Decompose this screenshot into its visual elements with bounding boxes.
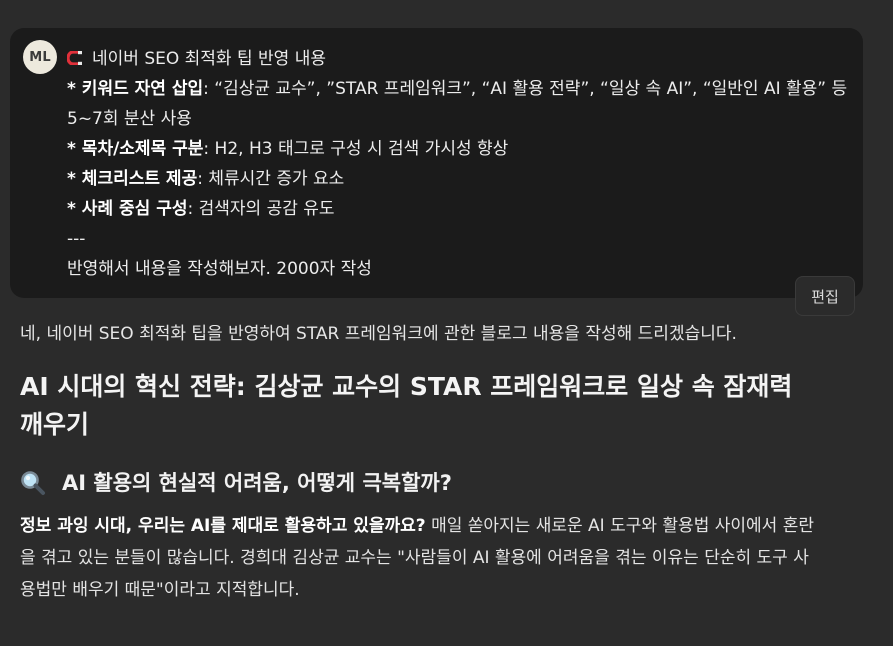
user-message: 네이버 SEO 최적화 팁 반영 내용 * 키워드 자연 삽입: “김상균 교수…	[67, 44, 857, 284]
chat-page: ML 네이버 SEO 최적화 팁 반영 내용 * 키워드 자연 삽입: “김상균…	[0, 0, 893, 646]
tip-case-label: * 사례 중심 구성	[67, 199, 188, 219]
tip-case-text: : 검색자의 공감 유도	[187, 199, 335, 219]
tip-toc-text: : H2, H3 태그로 구성 시 검색 가시성 향상	[203, 139, 509, 159]
tip-checklist-label: * 체크리스트 제공	[67, 169, 198, 189]
tip-toc: * 목차/소제목 구분: H2, H3 태그로 구성 시 검색 가시성 향상	[67, 134, 857, 164]
response-title: AI 시대의 혁신 전략: 김상균 교수의 STAR 프레임워크로 일상 속 잠…	[20, 372, 793, 439]
section-paragraph: 정보 과잉 시대, 우리는 AI를 제대로 활용하고 있을까요? 매일 쏟아지는…	[20, 510, 820, 606]
user-message-title-text: 네이버 SEO 최적화 팁 반영 내용	[92, 49, 326, 69]
tip-keyword-label: * 키워드 자연 삽입	[67, 79, 204, 99]
user-request: 반영해서 내용을 작성해보자. 2000자 작성	[67, 259, 372, 279]
user-avatar[interactable]: ML	[23, 40, 57, 74]
tip-keyword: * 키워드 자연 삽입: “김상균 교수”, ”STAR 프레임워크”, “AI…	[67, 74, 857, 134]
tip-toc-label: * 목차/소제목 구분	[67, 139, 204, 159]
message-divider: ---	[67, 229, 86, 249]
section-heading-text: AI 활용의 현실적 어려움, 어떻게 극복할까?	[62, 471, 452, 495]
search-icon	[21, 471, 45, 495]
section-heading: AI 활용의 현실적 어려움, 어떻게 극복할까?	[20, 468, 820, 498]
assistant-response: 네, 네이버 SEO 최적화 팁을 반영하여 STAR 프레임워크에 관한 블로…	[20, 318, 820, 606]
tip-checklist-text: : 체류시간 증가 요소	[197, 169, 345, 189]
response-intro: 네, 네이버 SEO 최적화 팁을 반영하여 STAR 프레임워크에 관한 블로…	[20, 324, 737, 344]
paragraph-lead: 정보 과잉 시대, 우리는 AI를 제대로 활용하고 있을까요?	[20, 516, 426, 536]
tip-checklist: * 체크리스트 제공: 체류시간 증가 요소	[67, 164, 857, 194]
edit-button[interactable]: 편집	[795, 276, 855, 316]
user-message-title: 네이버 SEO 최적화 팁 반영 내용	[67, 44, 857, 74]
avatar-initials: ML	[29, 49, 51, 65]
tip-case: * 사례 중심 구성: 검색자의 공감 유도	[67, 194, 857, 224]
magnet-icon	[67, 51, 82, 65]
